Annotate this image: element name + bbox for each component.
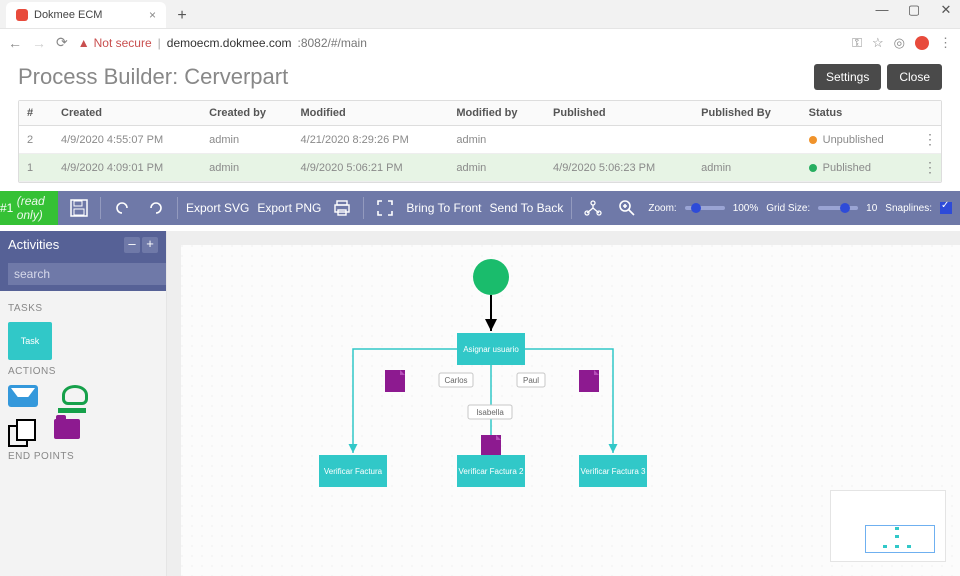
- browser-tab[interactable]: Dokmee ECM ×: [6, 2, 166, 28]
- window-controls: — ▢ ✕: [872, 2, 956, 18]
- favicon-icon: [16, 9, 28, 21]
- status-dot-icon: [809, 136, 817, 144]
- undo-icon[interactable]: [109, 195, 135, 221]
- col-published[interactable]: Published: [545, 101, 693, 126]
- table-row[interactable]: 1 4/9/2020 4:09:01 PM admin 4/9/2020 5:0…: [19, 154, 941, 182]
- table-row[interactable]: 2 4/9/2020 4:55:07 PM admin 4/21/2020 8:…: [19, 126, 941, 154]
- collapse-panel-button[interactable]: –: [124, 237, 140, 253]
- window-maximize[interactable]: ▢: [904, 2, 924, 18]
- svg-text:Carlos: Carlos: [444, 376, 467, 385]
- activities-header: Activities –+: [0, 231, 166, 257]
- svg-text:Paul: Paul: [523, 376, 539, 385]
- extension-icon[interactable]: [915, 36, 929, 50]
- svg-text:Asignar usuario: Asignar usuario: [463, 345, 519, 354]
- not-secure-badge: ▲Not secure: [78, 36, 152, 50]
- url-host: demoecm.dokmee.com: [167, 36, 292, 50]
- copy-icon[interactable]: [8, 419, 34, 445]
- svg-text:Verificar Factura: Verificar Factura: [324, 467, 383, 476]
- snaplines-checkbox[interactable]: [940, 202, 952, 214]
- new-tab-button[interactable]: +: [170, 4, 194, 28]
- status-dot-icon: [809, 164, 817, 172]
- star-icon[interactable]: ☆: [872, 35, 884, 51]
- col-created-by[interactable]: Created by: [201, 101, 292, 126]
- version-banner: #1 (read only): [0, 191, 58, 225]
- save-icon[interactable]: [66, 195, 92, 221]
- snaplines-label: Snaplines:: [885, 203, 932, 214]
- shield-icon[interactable]: ◎: [894, 35, 905, 51]
- row-menu-icon[interactable]: ⋮: [915, 154, 941, 182]
- close-button[interactable]: Close: [887, 64, 942, 90]
- activities-search-input[interactable]: [8, 263, 175, 285]
- nav-reload-icon[interactable]: ⟳: [56, 34, 68, 51]
- actions-section-label: ACTIONS: [8, 366, 158, 377]
- minimap[interactable]: [830, 490, 946, 562]
- task-activity-chip[interactable]: Task: [8, 322, 52, 360]
- svg-text:Verificar Factura 2: Verificar Factura 2: [459, 467, 524, 476]
- window-minimize[interactable]: —: [872, 2, 892, 18]
- window-close[interactable]: ✕: [936, 2, 956, 18]
- col-modified-by[interactable]: Modified by: [448, 101, 545, 126]
- zoom-value: 100%: [733, 203, 759, 214]
- tasks-section-label: TASKS: [8, 303, 158, 314]
- zoom-icon[interactable]: [614, 195, 640, 221]
- browser-menu-icon[interactable]: ⋮: [939, 35, 952, 51]
- layout-icon[interactable]: [580, 195, 606, 221]
- export-svg-button[interactable]: Export SVG: [186, 201, 249, 215]
- send-to-back-button[interactable]: Send To Back: [490, 201, 564, 215]
- ruler-vertical: [167, 231, 181, 576]
- svg-text:Verificar Factura 3: Verificar Factura 3: [581, 467, 646, 476]
- zoom-slider[interactable]: [685, 206, 725, 210]
- col-status[interactable]: Status: [801, 101, 915, 126]
- ruler-horizontal: [181, 231, 960, 245]
- row-menu-icon[interactable]: ⋮: [915, 126, 941, 154]
- canvas-toolbar: Export SVG Export PNG Bring To Front Sen…: [58, 191, 960, 225]
- col-created[interactable]: Created: [53, 101, 201, 126]
- versions-table: # Created Created by Modified Modified b…: [18, 100, 942, 183]
- bring-to-front-button[interactable]: Bring To Front: [406, 201, 481, 215]
- col-modified[interactable]: Modified: [293, 101, 449, 126]
- process-canvas[interactable]: Asignar usuario Carlos Paul Isabella Ver…: [166, 231, 960, 576]
- col-num[interactable]: #: [19, 101, 53, 126]
- zoom-label: Zoom:: [648, 203, 676, 214]
- add-panel-button[interactable]: +: [142, 237, 158, 253]
- print-icon[interactable]: [329, 195, 355, 221]
- export-png-button[interactable]: Export PNG: [257, 201, 321, 215]
- grid-value: 10: [866, 203, 877, 214]
- tab-close-icon[interactable]: ×: [149, 8, 156, 22]
- url-path: :8082/#/main: [298, 36, 367, 50]
- page-title: Process Builder: Cerverpart: [18, 64, 288, 90]
- col-published-by[interactable]: Published By: [693, 101, 800, 126]
- settings-button[interactable]: Settings: [814, 64, 881, 90]
- key-icon[interactable]: ⚿: [852, 35, 862, 51]
- envelope-icon[interactable]: [8, 385, 38, 407]
- tab-title: Dokmee ECM: [34, 9, 102, 21]
- start-node[interactable]: [473, 259, 509, 295]
- flow-diagram: Asignar usuario Carlos Paul Isabella Ver…: [181, 245, 821, 535]
- nav-back-icon[interactable]: ←: [8, 35, 22, 51]
- folder-icon[interactable]: [54, 419, 80, 439]
- nav-forward-icon[interactable]: →: [32, 35, 46, 51]
- fullscreen-icon[interactable]: [372, 195, 398, 221]
- grid-slider[interactable]: [818, 206, 858, 210]
- grid-label: Grid Size:: [766, 203, 810, 214]
- svg-text:Isabella: Isabella: [476, 408, 504, 417]
- endpoints-section-label: END POINTS: [8, 451, 158, 462]
- address-bar[interactable]: ▲Not secure | demoecm.dokmee.com:8082/#/…: [78, 36, 842, 50]
- stamp-icon[interactable]: [58, 385, 86, 413]
- redo-icon[interactable]: [143, 195, 169, 221]
